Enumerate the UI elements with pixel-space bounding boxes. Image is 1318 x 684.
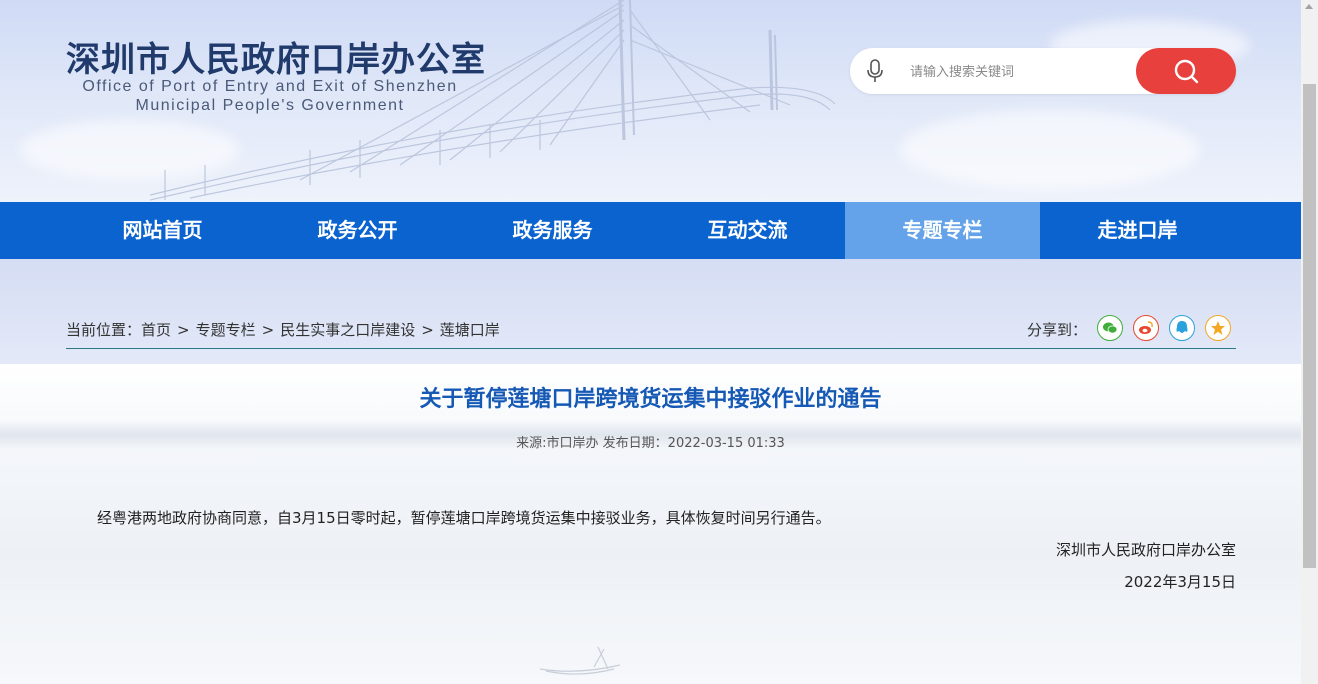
boat-illustration: [539, 646, 621, 675]
article-meta: 来源:市口岸办 发布日期：2022-03-15 01:33: [516, 436, 785, 451]
breadcrumb-separator: >: [261, 321, 275, 339]
breadcrumb-prefix: 当前位置：: [66, 321, 142, 339]
site-title: 深圳市人民政府口岸办公室: [66, 40, 486, 80]
signature-organization: 深圳市人民政府口岸办公室: [1055, 541, 1236, 559]
nav-item-home[interactable]: 网站首页: [65, 202, 260, 259]
header-banner: 深圳市人民政府口岸办公室 Office of Port of Entry and…: [0, 0, 1301, 202]
search-box: [850, 48, 1236, 94]
page: 深圳市人民政府口岸办公室 Office of Port of Entry and…: [0, 0, 1318, 684]
nav-item-government-affairs[interactable]: 政务公开: [260, 202, 455, 259]
main-nav: 网站首页 政务公开 政务服务 互动交流 专题专栏 走进口岸: [0, 202, 1301, 259]
nav-item-about-ports[interactable]: 走进口岸: [1040, 202, 1235, 259]
wechat-share-button[interactable]: [1097, 315, 1123, 341]
site-subtitle-line2: Municipal People's Government: [135, 97, 405, 114]
breadcrumb: 当前位置：首页 > 专题专栏 > 民生实事之口岸建设 > 莲塘口岸: [66, 319, 500, 340]
cloud-decoration: [900, 110, 1200, 190]
breadcrumb-special-topics[interactable]: 专题专栏: [196, 321, 256, 339]
signature-date: 2022年3月15日: [1124, 573, 1236, 591]
search-icon: [1174, 59, 1199, 84]
breadcrumb-port-construction[interactable]: 民生实事之口岸建设: [280, 321, 415, 339]
nav-item-special-topics[interactable]: 专题专栏: [845, 202, 1040, 259]
breadcrumb-liantang-port[interactable]: 莲塘口岸: [440, 321, 500, 339]
search-button[interactable]: [1136, 48, 1236, 94]
breadcrumb-home[interactable]: 首页: [141, 321, 171, 339]
article-title: 关于暂停莲塘口岸跨境货运集中接驳作业的通告: [419, 387, 882, 412]
share-label: 分享到：: [1027, 321, 1088, 339]
nav-item-government-services[interactable]: 政务服务: [455, 202, 650, 259]
weibo-icon: [1139, 321, 1153, 334]
qq-icon: [1176, 321, 1188, 333]
scrollbar-thumb[interactable]: [1303, 84, 1316, 568]
microphone-icon[interactable]: [866, 59, 884, 83]
favorite-icon: [1211, 321, 1225, 335]
breadcrumb-divider: [66, 348, 1236, 349]
wechat-icon: [1103, 322, 1118, 334]
article-body: 经粤港两地政府协商同意，自3月15日零时起，暂停莲塘口岸跨境货运集中接驳业务，具…: [97, 509, 831, 527]
site-subtitle-line1: Office of Port of Entry and Exit of Shen…: [82, 78, 458, 95]
search-input[interactable]: [908, 58, 1122, 86]
weibo-share-button[interactable]: [1133, 315, 1159, 341]
breadcrumb-separator: >: [421, 321, 434, 339]
breadcrumb-separator: >: [177, 321, 190, 339]
scroll-up-arrow-icon[interactable]: [1305, 4, 1313, 9]
qq-share-button[interactable]: [1169, 315, 1195, 341]
nav-item-interaction[interactable]: 互动交流: [650, 202, 845, 259]
site-subtitle: Office of Port of Entry and Exit of Shen…: [66, 77, 474, 115]
vertical-scrollbar[interactable]: [1301, 0, 1318, 684]
favorite-share-button[interactable]: [1205, 315, 1231, 341]
